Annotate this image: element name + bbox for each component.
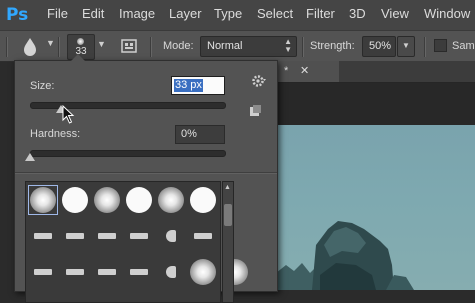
menu-image[interactable]: Image — [119, 6, 155, 21]
stroke-brush-icon — [98, 269, 116, 275]
stroke-brush-icon — [34, 269, 52, 275]
preset-scrollbar[interactable]: ▲ — [222, 181, 234, 303]
brush-panel-toggle-icon[interactable] — [119, 36, 139, 56]
menu-file[interactable]: File — [47, 6, 68, 21]
brush-tip-icon — [77, 38, 84, 45]
brush-preset-stroke[interactable] — [188, 221, 218, 251]
brush-tool-icon[interactable] — [18, 35, 42, 59]
brush-preset-hard-round[interactable] — [124, 185, 154, 215]
soft-round-brush-icon — [190, 259, 216, 285]
document-tab[interactable]: * ✕ — [274, 61, 339, 82]
hard-round-brush-icon — [126, 187, 152, 213]
options-separator — [58, 37, 60, 57]
brush-picker-dropdown-icon[interactable]: ▼ — [97, 39, 106, 49]
strength-dropdown-button[interactable]: ▼ — [397, 36, 415, 57]
menu-bar: Ps File Edit Image Layer Type Select Fil… — [0, 0, 475, 30]
brush-preset-stroke[interactable] — [92, 221, 122, 251]
size-value: 33 px — [174, 79, 203, 92]
hardness-value: 0% — [181, 128, 197, 140]
strength-value: 50% — [369, 40, 392, 52]
brush-preset-picker-panel: Size: 33 px Hardness: 0% ▲ — [14, 54, 278, 303]
stroke-brush-icon — [130, 233, 148, 239]
hardness-slider-track[interactable] — [30, 150, 226, 157]
scrollbar-thumb[interactable] — [224, 204, 232, 226]
brush-preset-stroke[interactable] — [124, 221, 154, 251]
chevron-down-icon: ▼ — [402, 41, 410, 50]
panel-divider — [15, 172, 277, 174]
updown-chevron-icon: ▲ ▼ — [284, 37, 292, 54]
landscape-image — [276, 221, 414, 290]
hardness-label: Hardness: — [30, 128, 81, 140]
strength-label: Strength: — [310, 40, 355, 52]
new-preset-icon[interactable] — [249, 105, 261, 117]
fan-brush-icon — [166, 230, 176, 242]
fan-brush-icon — [166, 266, 176, 278]
strength-field[interactable]: 50% — [362, 36, 396, 57]
options-separator — [6, 37, 8, 57]
mouse-pointer-icon — [62, 105, 75, 124]
options-separator — [424, 37, 426, 57]
menu-window[interactable]: Window — [424, 6, 470, 21]
size-label: Size: — [30, 80, 55, 92]
unsaved-marker: * — [284, 65, 289, 77]
mode-label: Mode: — [163, 40, 194, 52]
brush-preset-soft-round[interactable] — [28, 185, 58, 215]
brush-preset-hard-round[interactable] — [188, 185, 218, 215]
options-separator — [302, 37, 304, 57]
soft-round-brush-icon — [94, 187, 120, 213]
stroke-brush-icon — [66, 269, 84, 275]
brush-preset-soft-round[interactable] — [92, 185, 122, 215]
sample-all-layers-checkbox[interactable] — [434, 39, 447, 52]
size-input[interactable]: 33 px — [171, 76, 225, 95]
brush-preset-soft-round[interactable] — [188, 257, 218, 287]
stroke-brush-icon — [130, 269, 148, 275]
scroll-up-icon[interactable]: ▲ — [224, 184, 231, 191]
document-canvas[interactable] — [276, 125, 475, 290]
brush-preset-soft-round[interactable] — [156, 185, 186, 215]
menu-view[interactable]: View — [381, 6, 409, 21]
panel-caret — [71, 54, 85, 61]
menu-select[interactable]: Select — [257, 6, 293, 21]
stroke-brush-icon — [194, 233, 212, 239]
stroke-brush-icon — [34, 233, 52, 239]
brush-preset-stroke[interactable] — [124, 257, 154, 287]
menu-layer[interactable]: Layer — [169, 6, 202, 21]
brush-preset-hard-round[interactable] — [60, 185, 90, 215]
tool-preset-dropdown-icon[interactable]: ▼ — [46, 38, 55, 48]
stroke-brush-icon — [66, 233, 84, 239]
menu-type[interactable]: Type — [214, 6, 242, 21]
menu-3d[interactable]: 3D — [349, 6, 366, 21]
brush-preset-stroke[interactable] — [60, 221, 90, 251]
mode-select[interactable]: Normal ▲ ▼ — [200, 36, 297, 57]
brush-preset-grid — [25, 181, 248, 303]
brush-preset-stroke[interactable] — [60, 257, 90, 287]
hardness-slider-thumb[interactable] — [25, 153, 35, 161]
soft-round-brush-icon — [30, 187, 56, 213]
hardness-field[interactable]: 0% — [175, 125, 225, 144]
gear-icon[interactable] — [251, 73, 267, 89]
mode-value: Normal — [207, 40, 243, 52]
photoshop-logo: Ps — [6, 5, 29, 25]
close-icon[interactable]: ✕ — [300, 64, 309, 77]
brush-preset-stroke[interactable] — [28, 221, 58, 251]
options-separator — [150, 37, 152, 57]
brush-preset-fan[interactable] — [156, 257, 186, 287]
menu-edit[interactable]: Edit — [82, 6, 104, 21]
menu-filter[interactable]: Filter — [306, 6, 335, 21]
brush-preset-fan[interactable] — [156, 221, 186, 251]
stroke-brush-icon — [98, 233, 116, 239]
soft-round-brush-icon — [158, 187, 184, 213]
brush-preset-stroke[interactable] — [92, 257, 122, 287]
hard-round-brush-icon — [190, 187, 216, 213]
brush-preset-stroke[interactable] — [28, 257, 58, 287]
hard-round-brush-icon — [62, 187, 88, 213]
sample-all-layers-label: Samp — [452, 40, 475, 52]
